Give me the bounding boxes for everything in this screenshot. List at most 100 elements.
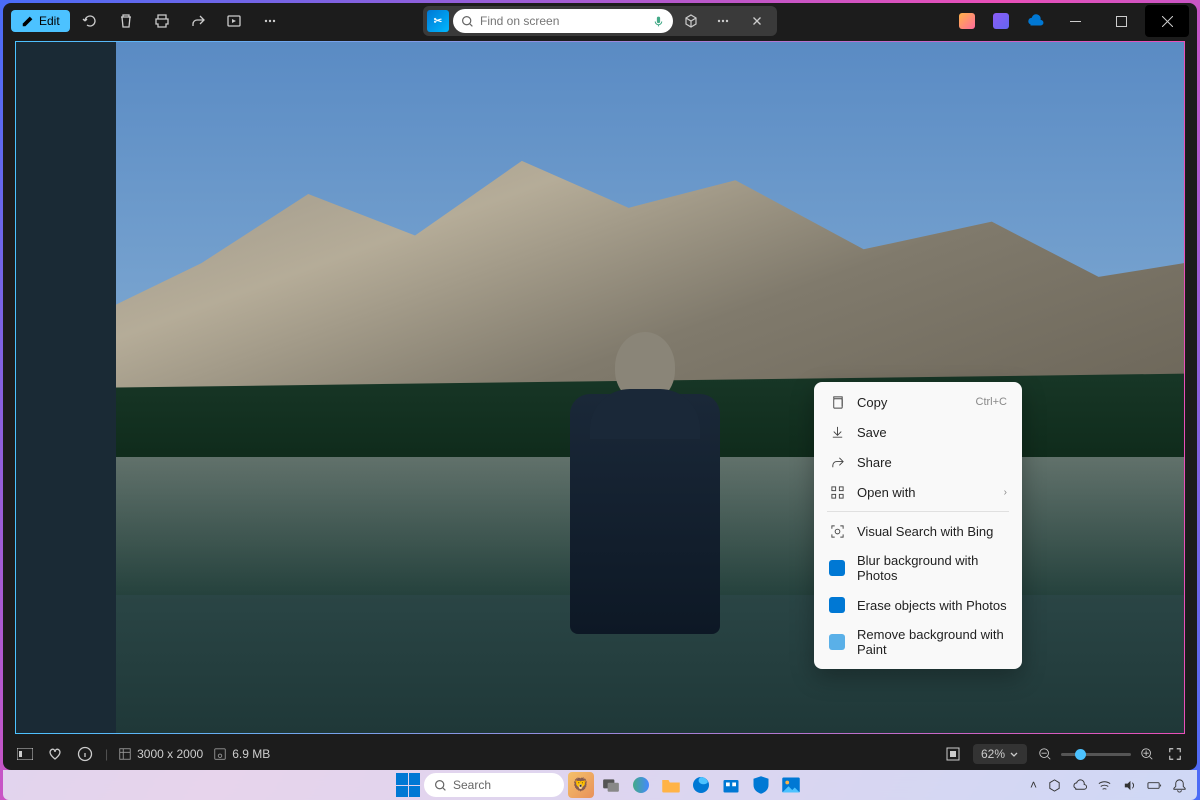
zoom-dropdown[interactable]: 62% bbox=[973, 744, 1027, 764]
context-menu-label: Erase objects with Photos bbox=[857, 598, 1007, 613]
taskbar-taskview[interactable] bbox=[598, 772, 624, 798]
canvas[interactable]: CopyCtrl+C Save Share Open with › Visual Sear… bbox=[15, 41, 1185, 734]
fit-icon bbox=[945, 746, 961, 762]
clipchamp-button[interactable] bbox=[985, 5, 1017, 37]
more-button[interactable] bbox=[254, 5, 286, 37]
close-icon bbox=[750, 14, 764, 28]
designer-icon bbox=[959, 13, 975, 29]
taskbar-search[interactable]: Search bbox=[424, 773, 564, 797]
statusbar-right: 62% bbox=[943, 738, 1185, 770]
zoom-slider bbox=[1037, 738, 1155, 770]
designer-button[interactable] bbox=[951, 5, 983, 37]
context-menu-label: Blur background with Photos bbox=[857, 553, 1007, 583]
zoom-slider-thumb[interactable] bbox=[1075, 749, 1086, 760]
fit-button[interactable] bbox=[943, 738, 963, 770]
chevron-right-icon: › bbox=[1004, 487, 1007, 498]
context-menu-label: Save bbox=[857, 425, 1007, 440]
toolbar-left: Edit bbox=[11, 5, 286, 37]
context-menu-share[interactable]: Share bbox=[819, 447, 1017, 477]
context-menu-save[interactable]: Save bbox=[819, 417, 1017, 447]
more-icon bbox=[262, 13, 278, 29]
edit-icon bbox=[21, 14, 35, 28]
info-button[interactable] bbox=[75, 738, 95, 770]
edit-button[interactable]: Edit bbox=[11, 10, 70, 32]
taskbar-explorer[interactable] bbox=[658, 772, 684, 798]
rotate-button[interactable] bbox=[74, 5, 106, 37]
dimensions-value: 3000 x 2000 bbox=[137, 747, 203, 761]
context-menu-remove-background-with-paint[interactable]: Remove background with Paint bbox=[819, 620, 1017, 664]
print-icon bbox=[154, 13, 170, 29]
context-menu-label: Remove background with Paint bbox=[857, 627, 1007, 657]
snipping-tool-icon: ✂ bbox=[427, 10, 449, 32]
app-window: Edit ✂ bbox=[3, 3, 1197, 770]
taskbar-edge[interactable] bbox=[688, 772, 714, 798]
filmstrip-button[interactable] bbox=[15, 738, 35, 770]
context-menu-label: Open with bbox=[857, 485, 992, 500]
tray-onedrive-icon[interactable] bbox=[1072, 778, 1087, 793]
copy-icon bbox=[829, 394, 845, 410]
tray-notification-icon[interactable] bbox=[1172, 778, 1187, 793]
context-menu-blur-background-with-photos[interactable]: Blur background with Photos bbox=[819, 546, 1017, 590]
taskbar-search-placeholder: Search bbox=[453, 778, 491, 792]
copilot-button[interactable] bbox=[677, 7, 705, 35]
disk-icon bbox=[213, 747, 227, 761]
delete-button[interactable] bbox=[110, 5, 142, 37]
tray-wifi-icon[interactable] bbox=[1097, 778, 1112, 793]
photos-icon bbox=[829, 597, 845, 613]
onedrive-button[interactable] bbox=[1019, 5, 1051, 37]
search-input[interactable] bbox=[480, 14, 646, 28]
filmstrip-icon bbox=[17, 748, 33, 760]
tray-expand[interactable]: ˄ bbox=[1030, 778, 1037, 792]
share-icon bbox=[829, 454, 845, 470]
filesize-value: 6.9 MB bbox=[232, 747, 270, 761]
taskbar-widgets[interactable]: 🦁 bbox=[568, 772, 594, 798]
context-menu-copy[interactable]: CopyCtrl+C bbox=[819, 387, 1017, 417]
search-input-wrap[interactable] bbox=[453, 9, 673, 33]
zoom-in-icon bbox=[1140, 747, 1154, 761]
taskbar-photos[interactable] bbox=[778, 772, 804, 798]
system-tray: ˄ bbox=[1030, 778, 1187, 793]
context-menu-open-with[interactable]: Open with › bbox=[819, 477, 1017, 507]
search-icon bbox=[461, 15, 474, 28]
context-menu-visual-search-with-bing[interactable]: Visual Search with Bing bbox=[819, 516, 1017, 546]
context-menu-label: Copy bbox=[857, 395, 964, 410]
cube-icon bbox=[683, 13, 699, 29]
visualsearch-icon bbox=[829, 523, 845, 539]
start-button[interactable] bbox=[396, 773, 420, 797]
tray-copilot-icon[interactable] bbox=[1047, 778, 1062, 793]
taskbar-security[interactable] bbox=[748, 772, 774, 798]
zoom-in-button[interactable] bbox=[1139, 738, 1155, 770]
fullscreen-button[interactable] bbox=[1165, 738, 1185, 770]
share-button[interactable] bbox=[182, 5, 214, 37]
titlebar: Edit ✂ bbox=[3, 3, 1197, 39]
slideshow-button[interactable] bbox=[218, 5, 250, 37]
maximize-button[interactable] bbox=[1099, 5, 1143, 37]
paint-icon bbox=[829, 634, 845, 650]
save-icon bbox=[829, 424, 845, 440]
favorite-button[interactable] bbox=[45, 738, 65, 770]
minimize-button[interactable] bbox=[1053, 5, 1097, 37]
search-close-button[interactable] bbox=[741, 7, 773, 35]
print-button[interactable] bbox=[146, 5, 178, 37]
zoom-slider-track[interactable] bbox=[1061, 753, 1131, 756]
slideshow-icon bbox=[226, 13, 242, 29]
context-menu-label: Share bbox=[857, 455, 1007, 470]
context-menu-erase-objects-with-photos[interactable]: Erase objects with Photos bbox=[819, 590, 1017, 620]
search-more-button[interactable] bbox=[709, 7, 737, 35]
tray-battery-icon[interactable] bbox=[1147, 778, 1162, 793]
context-menu-label: Visual Search with Bing bbox=[857, 524, 1007, 539]
maximize-icon bbox=[1116, 16, 1127, 27]
close-button[interactable] bbox=[1145, 5, 1189, 37]
taskbar-store[interactable] bbox=[718, 772, 744, 798]
share-icon bbox=[190, 13, 206, 29]
zoom-out-button[interactable] bbox=[1037, 738, 1053, 770]
mic-icon[interactable] bbox=[652, 15, 665, 28]
taskbar-copilot[interactable] bbox=[628, 772, 654, 798]
edit-label: Edit bbox=[39, 14, 60, 28]
photos-icon bbox=[829, 560, 845, 576]
heart-icon bbox=[47, 746, 63, 762]
toolbar-right bbox=[951, 5, 1189, 37]
dimensions-info: 3000 x 2000 bbox=[118, 747, 203, 761]
search-bar: ✂ bbox=[423, 6, 777, 36]
tray-volume-icon[interactable] bbox=[1122, 778, 1137, 793]
